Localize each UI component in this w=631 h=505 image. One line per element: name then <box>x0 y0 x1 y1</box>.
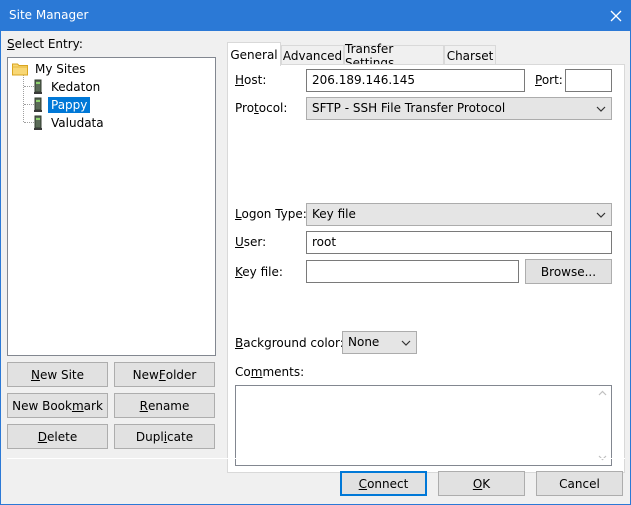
tree-item-pappy[interactable]: Pappy <box>33 96 91 114</box>
logon-type-value: Key file <box>312 207 356 221</box>
title-bar: Site Manager <box>0 0 631 31</box>
footer-divider <box>7 458 625 459</box>
general-panel: Host: 206.189.146.145 Port: Protocol: SF… <box>227 64 625 473</box>
chevron-down-icon <box>596 209 606 219</box>
comments-scrollbar[interactable] <box>594 386 611 465</box>
tab-transfer-settings[interactable]: Transfer Settings <box>344 42 444 70</box>
tab-label: General <box>230 47 278 62</box>
close-icon[interactable] <box>600 0 631 31</box>
browse-button[interactable]: Browse... <box>525 259 612 284</box>
port-label: Port: <box>535 73 563 87</box>
duplicate-button[interactable]: Dupl i cate <box>114 424 215 449</box>
cancel-button[interactable]: Cancel <box>536 471 623 496</box>
logon-type-select[interactable]: Key file <box>306 203 612 226</box>
background-color-select[interactable]: None <box>342 331 417 354</box>
site-tree[interactable]: My Sites Kedaton Pappy Valudata <box>7 57 216 356</box>
background-color-label: Background color: <box>235 336 344 350</box>
select-entry-label: Select Entry: <box>7 37 83 51</box>
new-site-button[interactable]: New Site <box>7 362 108 387</box>
protocol-select[interactable]: SFTP - SSH File Transfer Protocol <box>306 97 612 120</box>
protocol-value: SFTP - SSH File Transfer Protocol <box>312 101 506 115</box>
user-label: User: <box>235 235 267 249</box>
server-icon <box>33 97 43 113</box>
protocol-label: Protocol: <box>235 101 288 115</box>
host-label: Host: <box>235 73 267 87</box>
server-icon <box>33 79 43 95</box>
port-input[interactable] <box>565 69 612 92</box>
tab-label: Advanced <box>282 48 343 63</box>
cancel-label: Cancel <box>559 476 600 491</box>
chevron-down-icon <box>401 337 411 347</box>
tree-item-label-selected: Pappy <box>48 97 91 113</box>
delete-button[interactable]: Delete <box>7 424 108 449</box>
tree-item-label: Kedaton <box>51 80 101 94</box>
dialog-body: Select Entry: My Sites Kedaton Pappy Val… <box>0 31 631 505</box>
tree-item-label: Valudata <box>51 116 104 130</box>
rename-button[interactable]: Rename <box>114 393 215 418</box>
host-input[interactable]: 206.189.146.145 <box>306 69 525 92</box>
logon-type-label: Logon Type: <box>235 207 307 221</box>
tree-item-valudata[interactable]: Valudata <box>33 114 107 132</box>
tree-item-kedaton[interactable]: Kedaton <box>33 78 103 96</box>
tab-label: Charset <box>446 48 494 63</box>
user-input[interactable]: root <box>306 231 612 254</box>
chevron-down-icon <box>596 103 606 113</box>
tab-charset[interactable]: Charset <box>444 45 496 65</box>
new-folder-button[interactable]: New Folder <box>114 362 215 387</box>
tab-general[interactable]: General <box>227 42 281 66</box>
server-icon <box>33 115 43 131</box>
ok-button[interactable]: OK <box>438 471 525 496</box>
tree-item-my-sites[interactable]: My Sites <box>12 60 89 78</box>
background-color-value: None <box>348 335 380 349</box>
comments-label: Comments: <box>235 365 305 379</box>
tree-item-label: My Sites <box>35 62 86 76</box>
comments-textarea[interactable] <box>235 385 612 466</box>
key-file-input[interactable] <box>306 260 519 283</box>
browse-label: Browse... <box>540 264 597 279</box>
window-title: Site Manager <box>9 8 89 22</box>
tab-advanced[interactable]: Advanced <box>281 45 344 65</box>
divider <box>235 190 612 191</box>
divider <box>235 319 612 320</box>
connect-button[interactable]: Connect <box>340 471 427 496</box>
key-file-label: Key file: <box>235 265 283 279</box>
folder-icon <box>12 62 28 76</box>
new-bookmark-button[interactable]: New Book m ark <box>7 393 108 418</box>
